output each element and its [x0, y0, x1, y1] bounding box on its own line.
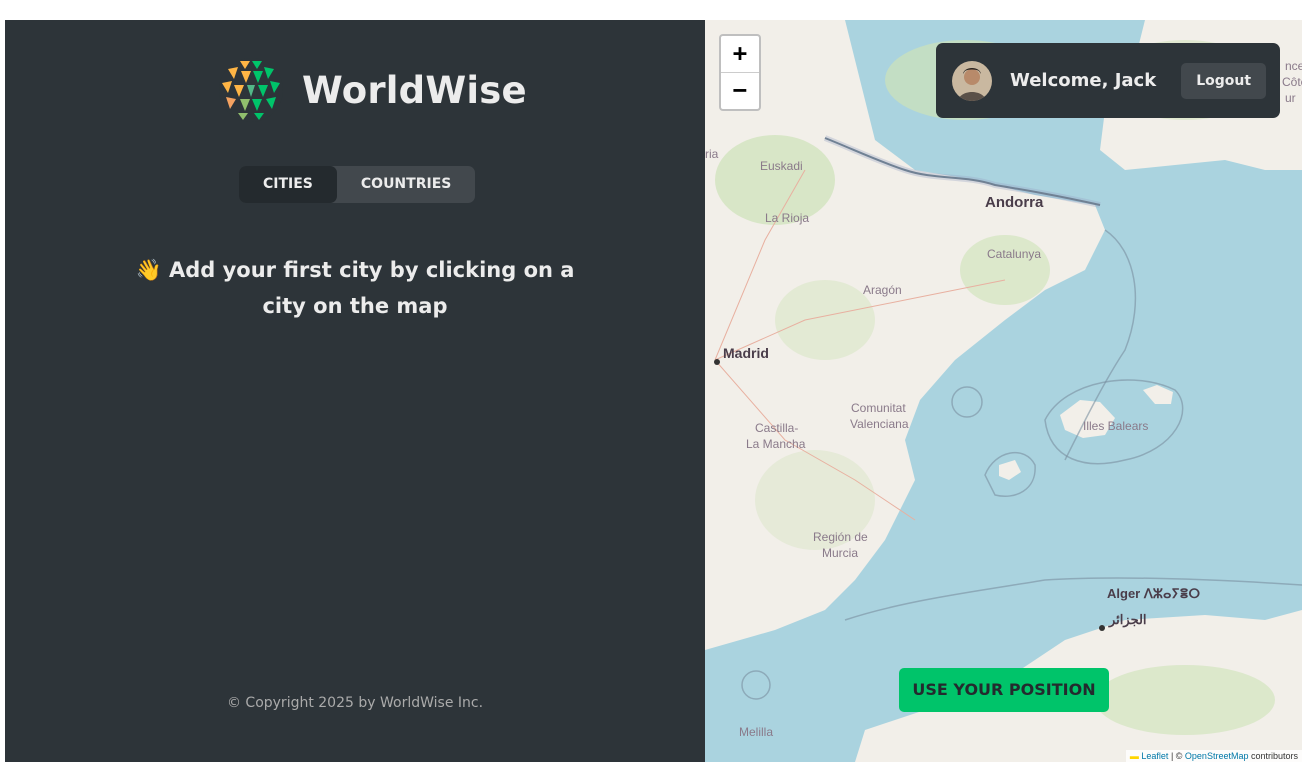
map-label-comunitat: Comunitat [851, 401, 906, 415]
map-label-euskadi: Euskadi [760, 159, 803, 173]
map-label-edge-right-3: ur [1285, 91, 1296, 105]
logout-button[interactable]: Logout [1181, 62, 1267, 99]
ukraine-flag-icon: ▬ [1129, 751, 1139, 761]
sidebar: WorldWise Cities Countries 👋 Add your fi… [5, 20, 705, 762]
map-container[interactable]: ria Euskadi La Rioja Catalunya Aragón Co… [705, 20, 1302, 762]
map-label-la-mancha: La Mancha [746, 437, 806, 451]
welcome-text: Welcome, Jack [1010, 70, 1157, 91]
leaflet-link[interactable]: Leaflet [1141, 751, 1168, 761]
tab-nav: Cities Countries [239, 166, 476, 203]
map-label-catalunya: Catalunya [987, 247, 1041, 261]
map-tiles[interactable]: ria Euskadi La Rioja Catalunya Aragón Co… [705, 20, 1302, 762]
map-label-edge-right-1: nce [1285, 59, 1302, 73]
map-label-region-de: Región de [813, 530, 868, 544]
map-label-alger: Alger ⴷⵣⴰⵢⴻⵔ [1107, 586, 1200, 601]
map-label-madrid: Madrid [723, 345, 769, 361]
attribution-separator: | © [1168, 751, 1185, 761]
map-label-aragon: Aragón [863, 283, 902, 297]
map-label-murcia: Murcia [822, 546, 858, 560]
logo[interactable]: WorldWise [218, 57, 527, 123]
logo-text: WorldWise [302, 68, 527, 112]
globe-logo-icon [219, 58, 283, 122]
map-attribution: ▬ Leaflet | © OpenStreetMap contributors [1125, 750, 1302, 762]
attribution-contributors: contributors [1248, 751, 1298, 761]
app-layout: WorldWise Cities Countries 👋 Add your fi… [5, 20, 1302, 762]
copyright-footer: © Copyright 2025 by WorldWise Inc. [226, 695, 484, 711]
map-label-illes-balears: Illes Balears [1083, 419, 1148, 433]
map-label-aljazair: الجزائر [1108, 612, 1147, 628]
zoom-control: + − [719, 34, 761, 111]
zoom-in-button[interactable]: + [721, 36, 759, 72]
osm-link[interactable]: OpenStreetMap [1185, 751, 1249, 761]
map-label-la-rioja: La Rioja [765, 211, 809, 225]
tab-cities[interactable]: Cities [239, 166, 337, 203]
map-label-andorra: Andorra [985, 194, 1044, 211]
zoom-out-button[interactable]: − [721, 72, 759, 109]
use-position-button[interactable]: Use your position [899, 668, 1109, 712]
map-label-edge-top: ria [705, 147, 719, 161]
tab-countries[interactable]: Countries [337, 166, 475, 203]
user-panel: Welcome, Jack Logout [936, 43, 1280, 118]
map-label-edge-right-2: Côte [1282, 75, 1302, 89]
avatar [952, 60, 992, 101]
empty-state-message: 👋 Add your first city by clicking on a c… [135, 258, 575, 318]
map-label-valenciana: Valenciana [850, 417, 909, 431]
map-label-castilla: Castilla- [755, 421, 798, 435]
map-label-melilla: Melilla [739, 725, 773, 739]
